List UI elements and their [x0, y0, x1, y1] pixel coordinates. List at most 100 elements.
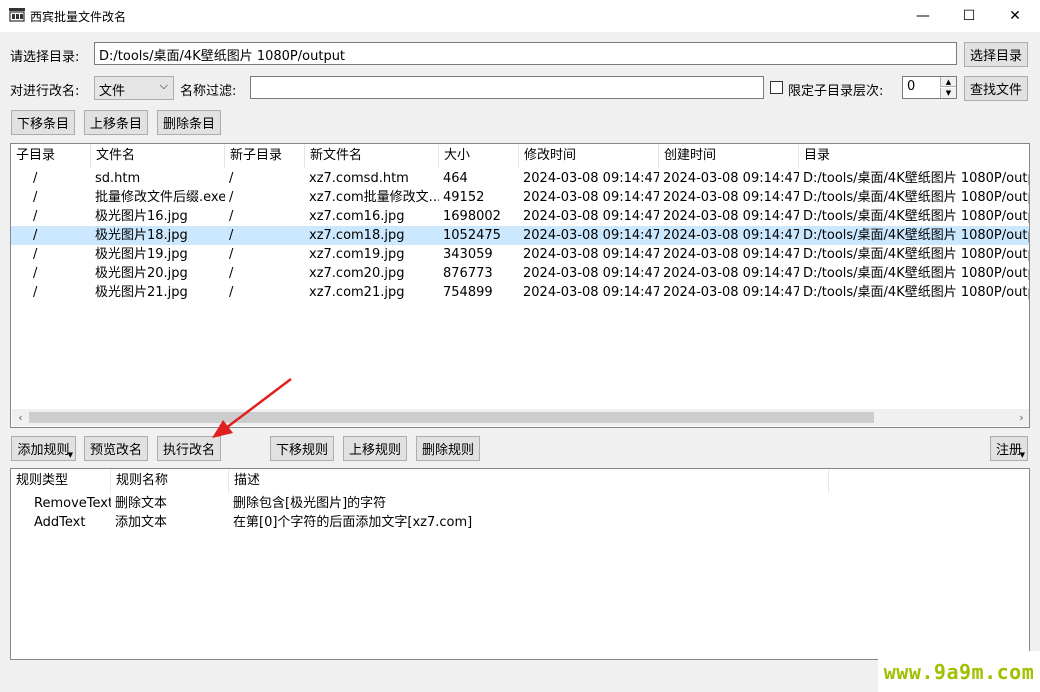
depth-spinner[interactable]: 0 ▲ ▼ [902, 76, 957, 99]
register-button[interactable]: 注册 ▼ [990, 436, 1028, 461]
table-cell: 1698002 [443, 209, 501, 224]
table-cell: / [229, 266, 234, 281]
table-cell: 49152 [443, 190, 485, 205]
table-cell: D:/tools/桌面/4K壁纸图片 1080P/output [803, 247, 1030, 262]
table-cell: xz7.com18.jpg [309, 228, 405, 243]
table-cell: 极光图片18.jpg [95, 228, 188, 243]
column-header[interactable]: 修改时间 [519, 144, 659, 168]
delete-rule-button[interactable]: 删除规则 [416, 436, 480, 461]
table-cell: xz7.com20.jpg [309, 266, 405, 281]
table-cell: D:/tools/桌面/4K壁纸图片 1080P/output [803, 285, 1030, 300]
column-header[interactable]: 创建时间 [659, 144, 799, 168]
limit-depth-checkbox[interactable] [770, 81, 783, 94]
column-header[interactable]: 新子目录 [225, 144, 305, 168]
table-row[interactable]: / sd.htm / xz7.comsd.htm 464 2024-03-08 09:14… [11, 169, 1029, 188]
table-cell: 批量修改文件后缀.exe [95, 190, 225, 205]
table-cell: D:/tools/桌面/4K壁纸图片 1080P/output [803, 266, 1030, 281]
spin-down-icon[interactable]: ▼ [940, 88, 956, 98]
table-cell: 极光图片20.jpg [95, 266, 188, 281]
dropdown-caret-icon: ▼ [67, 451, 73, 459]
column-header[interactable]: 规则名称 [111, 469, 229, 493]
select-directory-button[interactable]: 选择目录 [964, 42, 1028, 67]
horizontal-scrollbar[interactable]: ‹ › [12, 409, 1029, 426]
move-item-down-button[interactable]: 下移条目 [11, 110, 75, 135]
window-title: 西宾批量文件改名 [30, 10, 127, 24]
table-cell: 2024-03-08 09:14:47 [663, 228, 799, 243]
table-cell: xz7.com19.jpg [309, 247, 405, 262]
table-cell: 464 [443, 171, 468, 186]
table-cell: 1052475 [443, 228, 501, 243]
delete-item-button[interactable]: 删除条目 [157, 110, 221, 135]
table-cell: 876773 [443, 266, 493, 281]
column-header[interactable]: 大小 [439, 144, 519, 168]
chevron-down-icon: ⌵ [159, 79, 168, 92]
table-row[interactable]: RemoveText 删除文本 删除包含[极光图片]的字符 [11, 494, 1029, 513]
table-row[interactable]: / 极光图片16.jpg / xz7.com16.jpg 1698002 2024-03-… [11, 207, 1029, 226]
table-cell: 343059 [443, 247, 493, 262]
column-header[interactable]: 规则类型 [11, 469, 111, 493]
title-bar: 西宾批量文件改名 — ☐ ✕ [0, 0, 1040, 32]
column-header[interactable]: 描述 [229, 469, 829, 493]
directory-input[interactable]: D:/tools/桌面/4K壁纸图片 1080P/output [94, 42, 957, 65]
scroll-left-icon[interactable]: ‹ [12, 409, 29, 426]
limit-depth-label: 限定子目录层次: [788, 84, 884, 99]
maximize-button[interactable]: ☐ [946, 0, 992, 32]
table-row[interactable]: AddText 添加文本 在第[0]个字符的后面添加文字[xz7.com] [11, 513, 1029, 532]
table-cell: / [33, 266, 38, 281]
app-icon [9, 8, 25, 22]
table-row[interactable]: / 批量修改文件后缀.exe / xz7.com批量修改文... 49152 2024-0… [11, 188, 1029, 207]
table-cell: xz7.com16.jpg [309, 209, 405, 224]
close-button[interactable]: ✕ [992, 0, 1038, 32]
table-cell: 删除包含[极光图片]的字符 [233, 496, 387, 511]
register-label: 注册 [995, 443, 1022, 458]
table-cell: 2024-03-08 09:14:47 [523, 285, 659, 300]
add-rule-button[interactable]: 添加规则 ▼ [11, 436, 76, 461]
table-cell: sd.htm [95, 171, 141, 186]
scroll-right-icon[interactable]: › [1013, 409, 1029, 426]
table-cell: / [33, 190, 38, 205]
watermark-logo: www.9a9m.com [878, 651, 1040, 692]
scrollbar-thumb[interactable] [29, 412, 874, 423]
table-cell: / [33, 171, 38, 186]
table-cell: 754899 [443, 285, 493, 300]
column-header[interactable]: 新文件名 [305, 144, 439, 168]
table-cell: RemoveText [34, 496, 111, 511]
rename-target-select[interactable]: 文件 ⌵ [94, 76, 174, 100]
table-cell: 2024-03-08 09:14:47 [523, 171, 659, 186]
rule-list[interactable]: 规则类型 规则名称 描述 RemoveText 删除文本 删除包含[极光图片]的字符 Ad… [10, 468, 1030, 660]
preview-rename-button[interactable]: 预览改名 [84, 436, 148, 461]
name-filter-label: 名称过滤: [180, 84, 237, 99]
table-cell: xz7.com批量修改文... [309, 190, 439, 205]
file-list[interactable]: 子目录 文件名 新子目录 新文件名 大小 修改时间 创建时间 目录 / sd.htm / xz7.c… [10, 143, 1030, 428]
move-item-up-button[interactable]: 上移条目 [84, 110, 148, 135]
table-cell: xz7.com21.jpg [309, 285, 405, 300]
table-cell: xz7.comsd.htm [309, 171, 409, 186]
move-rule-up-button[interactable]: 上移规则 [343, 436, 407, 461]
column-header[interactable]: 目录 [799, 144, 1029, 168]
name-filter-input[interactable] [250, 76, 764, 99]
find-files-button[interactable]: 查找文件 [964, 76, 1028, 101]
table-cell: 2024-03-08 09:14:47 [663, 209, 799, 224]
table-cell: 2024-03-08 09:14:47 [523, 209, 659, 224]
column-header[interactable]: 文件名 [91, 144, 225, 168]
table-cell: / [229, 228, 234, 243]
execute-rename-button[interactable]: 执行改名 [157, 436, 221, 461]
column-header[interactable]: 子目录 [11, 144, 91, 168]
table-cell: / [229, 171, 234, 186]
table-cell: / [229, 247, 234, 262]
table-cell: 2024-03-08 09:14:47 [523, 190, 659, 205]
table-cell: D:/tools/桌面/4K壁纸图片 1080P/output [803, 171, 1030, 186]
table-row[interactable]: / 极光图片21.jpg / xz7.com21.jpg 754899 2024-03-0… [11, 283, 1029, 302]
spin-up-icon[interactable]: ▲ [940, 77, 956, 87]
table-cell: D:/tools/桌面/4K壁纸图片 1080P/output [803, 228, 1030, 243]
table-cell: 2024-03-08 09:14:47 [663, 171, 799, 186]
table-row[interactable]: / 极光图片19.jpg / xz7.com19.jpg 343059 2024-03-0… [11, 245, 1029, 264]
move-rule-down-button[interactable]: 下移规则 [270, 436, 334, 461]
table-cell: 2024-03-08 09:14:47 [663, 285, 799, 300]
dropdown-caret-icon: ▼ [1019, 451, 1025, 459]
minimize-button[interactable]: — [900, 0, 946, 32]
directory-label: 请选择目录: [10, 50, 80, 65]
table-row[interactable]: / 极光图片18.jpg / xz7.com18.jpg 1052475 2024-03-… [11, 226, 1029, 245]
table-row[interactable]: / 极光图片20.jpg / xz7.com20.jpg 876773 2024-03-0… [11, 264, 1029, 283]
depth-value: 0 [907, 79, 916, 94]
